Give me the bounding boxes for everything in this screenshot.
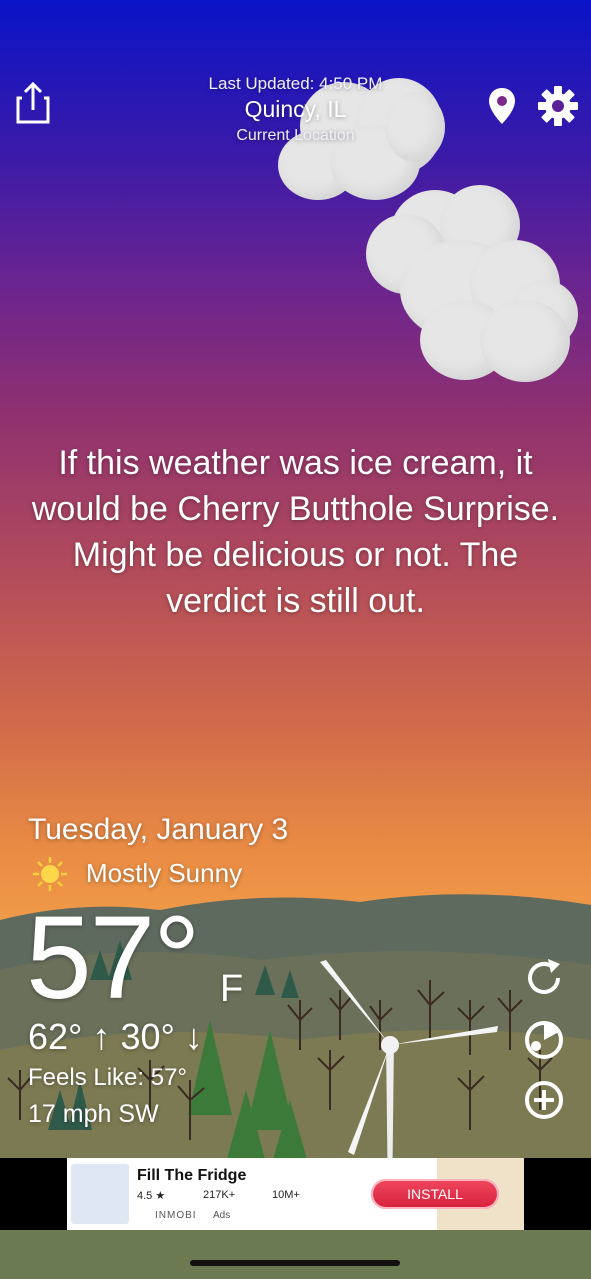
location-label: Current Location [236,127,355,144]
add-circle-icon [525,1081,563,1119]
ad-label: Ads [213,1210,231,1221]
sun-icon [32,856,68,892]
ad-app-thumbnail[interactable] [71,1164,129,1224]
banner-ad[interactable]: Fill The Fridge 4.5 ★ 217K+ 10M+ INMOBI … [67,1158,524,1230]
radar-button[interactable] [522,1018,566,1062]
ad-reviews: 217K+ [203,1189,236,1201]
weather-quip: If this weather was ice cream, it would … [31,444,560,620]
high-low-temperature: 62° ↑ 30° ↓ [28,1016,203,1057]
home-indicator[interactable] [190,1260,400,1266]
condition-text: Mostly Sunny [86,858,243,888]
refresh-button[interactable] [522,956,566,1000]
ground-strip [0,1230,591,1279]
current-temperature: 57° [26,892,200,1024]
location-button[interactable] [486,86,518,126]
refresh-icon [528,959,560,994]
location-pin-icon [489,88,515,124]
wind-text: 17 mph SW [28,1100,159,1128]
ad-brand: INMOBI [155,1210,197,1221]
forecast-date: Tuesday, January 3 [28,813,289,846]
ad-downloads: 10M+ [272,1189,300,1201]
radar-icon [525,1021,563,1059]
ad-title[interactable]: Fill The Fridge [137,1167,246,1185]
ad-rating: 4.5 ★ [137,1190,166,1202]
settings-button[interactable] [536,84,580,128]
feels-like-text: Feels Like: 57° [28,1064,188,1091]
install-button[interactable]: INSTALL [371,1179,499,1209]
gear-icon [538,86,578,126]
add-location-button[interactable] [522,1078,566,1122]
temperature-unit[interactable]: F [220,968,243,1011]
